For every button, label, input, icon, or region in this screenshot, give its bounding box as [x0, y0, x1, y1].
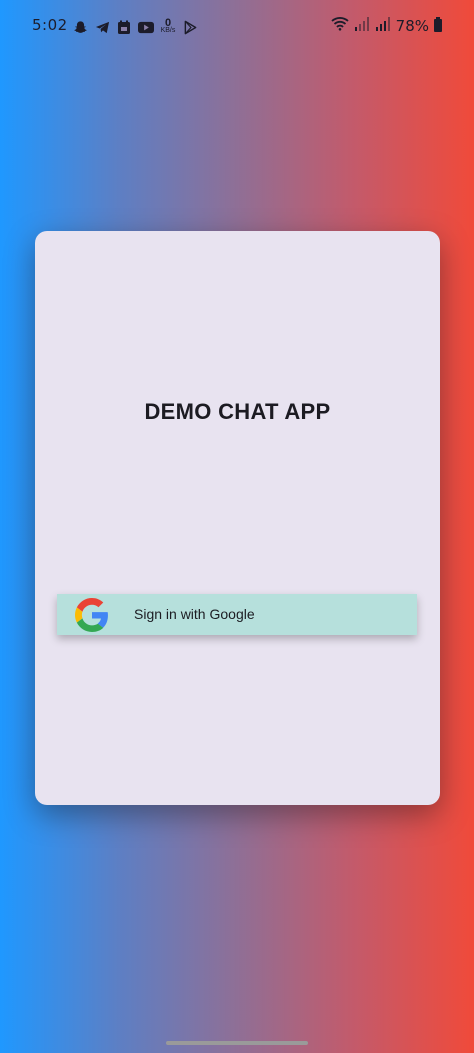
signal-icon — [354, 16, 370, 35]
netspeed-indicator: 0 KB/s — [160, 17, 176, 37]
battery-percent: 78% — [395, 16, 429, 35]
battery-icon — [434, 17, 442, 32]
google-icon — [75, 598, 109, 632]
home-indicator[interactable] — [166, 1041, 308, 1045]
status-bar: 5:02 0 KB/s 78% — [0, 0, 474, 52]
signal-icon — [375, 16, 391, 35]
play-store-icon — [182, 19, 198, 35]
notification-icons: 0 KB/s — [72, 17, 198, 37]
telegram-icon — [94, 19, 110, 35]
app-title: DEMO CHAT APP — [144, 399, 331, 424]
snapchat-icon — [72, 19, 88, 35]
netspeed-value: 0 — [164, 17, 172, 29]
google-sign-in-label: Sign in with Google — [134, 606, 255, 622]
login-card: DEMO CHAT APP Sign in with Google — [35, 231, 440, 805]
system-icons: 78% — [331, 16, 442, 35]
calendar-icon — [116, 19, 132, 35]
wifi-icon — [331, 16, 349, 35]
status-time: 5:02 — [32, 16, 68, 34]
netspeed-unit: KB/s — [160, 27, 176, 34]
youtube-icon — [138, 19, 154, 35]
google-sign-in-button[interactable]: Sign in with Google — [57, 594, 417, 635]
